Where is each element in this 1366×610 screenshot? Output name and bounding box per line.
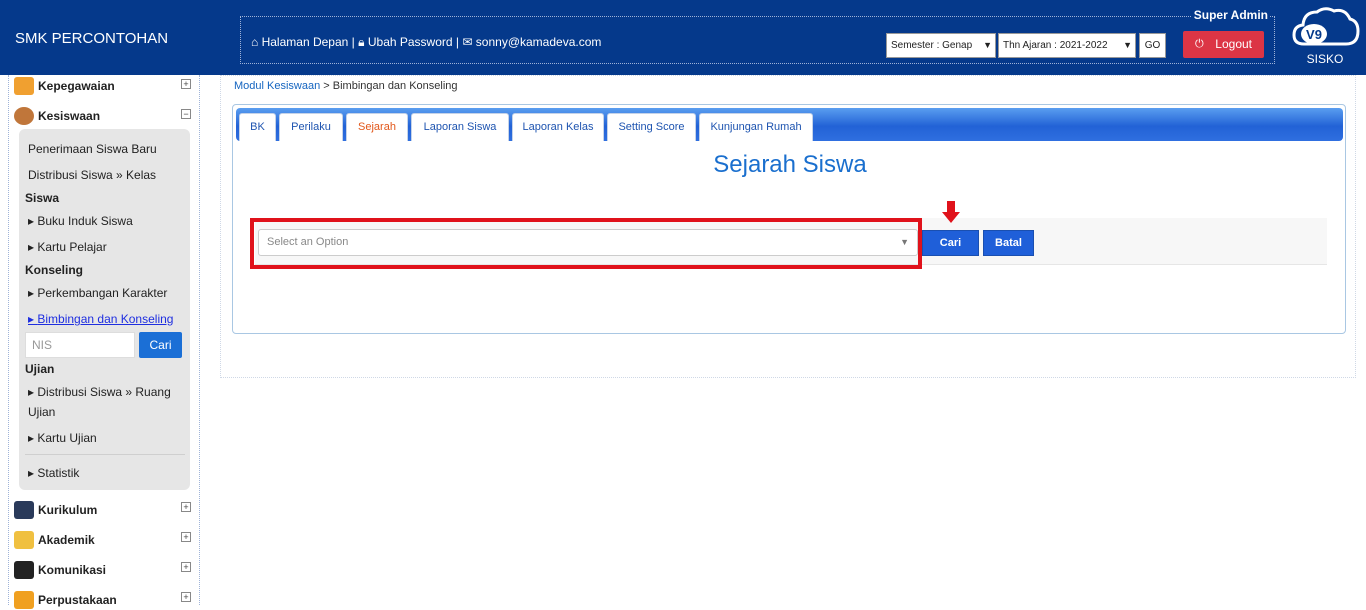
separator: |: [351, 35, 355, 49]
tab-bk[interactable]: BK: [239, 113, 276, 141]
semester-select-value: Semester : Genap: [891, 40, 973, 51]
change-password-link[interactable]: Ubah Password: [368, 35, 453, 49]
sidebar-item-kesiswaan[interactable]: Kesiswaan: [14, 106, 100, 126]
tab-sejarah[interactable]: Sejarah: [346, 113, 408, 141]
contact-icon: [14, 561, 34, 579]
year-select-value: Thn Ajaran : 2021-2022: [1003, 40, 1108, 51]
arrow-down-icon: [942, 201, 960, 223]
expand-icon[interactable]: +: [181, 79, 191, 89]
top-links: ⌂ Halaman Depan | 🔒︎ Ubah Password | ✉ s…: [251, 35, 601, 50]
kesiswaan-submenu: Penerimaan Siswa Baru Distribusi Siswa »…: [19, 129, 190, 490]
lock-icon: 🔒︎: [358, 35, 365, 49]
student-icon: [14, 107, 34, 125]
chevron-down-icon: ▼: [983, 40, 992, 50]
submenu-buku-induk[interactable]: ▸ Buku Induk Siswa: [28, 214, 133, 228]
sidebar-item-label: Akademik: [38, 533, 95, 547]
cloud-icon: V9: [1292, 7, 1360, 46]
submenu-kartu-ujian[interactable]: ▸ Kartu Ujian: [28, 431, 97, 445]
top-header: SMK PERCONTOHAN Super Admin ⌂ Halaman De…: [0, 0, 1366, 75]
submenu-distribusi-ruang-cont[interactable]: Ujian: [28, 405, 55, 419]
academic-year-select[interactable]: Thn Ajaran : 2021-2022 ▼: [998, 33, 1136, 58]
sidebar-item-akademik[interactable]: Akademik: [14, 530, 95, 550]
collapse-icon[interactable]: −: [181, 109, 191, 119]
sidebar-item-kurikulum[interactable]: Kurikulum: [14, 500, 97, 520]
search-button[interactable]: Cari: [922, 230, 979, 256]
sidebar-item-label: Kurikulum: [38, 503, 98, 517]
breadcrumb-link[interactable]: Modul Kesiswaan: [234, 80, 320, 92]
submenu-penerimaan[interactable]: Penerimaan Siswa Baru: [28, 142, 157, 156]
semester-select[interactable]: Semester : Genap ▼: [886, 33, 996, 58]
tab-bar: BK Perilaku Sejarah Laporan Siswa Lapora…: [236, 108, 1343, 141]
sidebar: Kepegawaian + Kesiswaan − Penerimaan Sis…: [0, 75, 200, 609]
user-role: Super Admin: [1191, 8, 1270, 22]
logout-button[interactable]: ⏻︎ Logout: [1183, 31, 1264, 58]
nis-search-button[interactable]: Cari: [139, 332, 182, 358]
school-name: SMK PERCONTOHAN: [15, 30, 169, 47]
submenu-distribusi-kelas[interactable]: Distribusi Siswa » Kelas: [28, 168, 156, 182]
sidebar-item-komunikasi[interactable]: Komunikasi: [14, 560, 106, 580]
page-title: Sejarah Siswa: [713, 151, 867, 178]
logo-text: SISKO: [1306, 52, 1344, 66]
section-header-ujian: Ujian: [25, 362, 55, 376]
breadcrumb-current: Bimbingan dan Konseling: [332, 80, 458, 92]
people-icon: [14, 77, 34, 95]
section-header-siswa: Siswa: [25, 191, 60, 205]
tab-setting-score[interactable]: Setting Score: [607, 113, 696, 141]
expand-icon[interactable]: +: [181, 532, 191, 542]
expand-icon[interactable]: +: [181, 592, 191, 602]
submenu-perkembangan[interactable]: ▸ Perkembangan Karakter: [28, 286, 167, 300]
expand-icon[interactable]: +: [181, 562, 191, 572]
tab-perilaku[interactable]: Perilaku: [279, 113, 343, 141]
home-icon: ⌂: [251, 35, 259, 49]
submenu-kartu-pelajar[interactable]: ▸ Kartu Pelajar: [28, 240, 107, 254]
breadcrumb: Modul Kesiswaan > Bimbingan dan Konselin…: [234, 80, 458, 92]
separator: |: [455, 35, 460, 49]
tab-laporan-siswa[interactable]: Laporan Siswa: [411, 113, 509, 141]
submenu-bimbingan[interactable]: ▸ Bimbingan dan Konseling: [28, 312, 173, 326]
mail-icon: ✉: [462, 35, 473, 49]
book-icon: [14, 591, 34, 609]
breadcrumb-separator: >: [323, 80, 330, 92]
top-info-box: Super Admin ⌂ Halaman Depan | 🔒︎ Ubah Pa…: [240, 8, 1275, 64]
home-link[interactable]: Halaman Depan: [262, 35, 349, 49]
power-icon: ⏻︎: [1195, 38, 1204, 50]
sidebar-item-label: Komunikasi: [38, 563, 107, 577]
email-link[interactable]: sonny@kamadeva.com: [476, 35, 602, 49]
pencil-icon: [14, 531, 34, 549]
chevron-down-icon: ▼: [900, 237, 909, 247]
sidebar-item-perpustakaan[interactable]: Perpustakaan: [14, 590, 117, 610]
chevron-down-icon: ▼: [1123, 40, 1132, 50]
cancel-button[interactable]: Batal: [983, 230, 1034, 256]
go-button[interactable]: GO: [1139, 33, 1166, 58]
tab-kunjungan-rumah[interactable]: Kunjungan Rumah: [699, 113, 813, 141]
sisko-logo: V9 SISKO: [1290, 4, 1360, 70]
tab-laporan-kelas[interactable]: Laporan Kelas: [512, 113, 604, 141]
graduation-cap-icon: [14, 501, 34, 519]
divider: [25, 454, 185, 455]
section-header-konseling: Konseling: [25, 263, 84, 277]
submenu-distribusi-ruang[interactable]: ▸ Distribusi Siswa » Ruang: [28, 385, 171, 399]
tree-line: [8, 75, 9, 605]
logout-label: Logout: [1215, 37, 1252, 51]
submenu-statistik[interactable]: ▸ Statistik: [28, 466, 79, 480]
expand-icon[interactable]: +: [181, 502, 191, 512]
logo-badge: V9: [1306, 27, 1322, 42]
sidebar-item-label: Kesiswaan: [38, 109, 101, 123]
sidebar-item-kepegawaian[interactable]: Kepegawaian: [14, 76, 115, 96]
select-placeholder: Select an Option: [267, 236, 349, 248]
nis-input[interactable]: NIS: [25, 332, 135, 358]
sidebar-item-label: Kepegawaian: [38, 79, 115, 93]
student-select[interactable]: Select an Option ▼: [258, 229, 918, 256]
